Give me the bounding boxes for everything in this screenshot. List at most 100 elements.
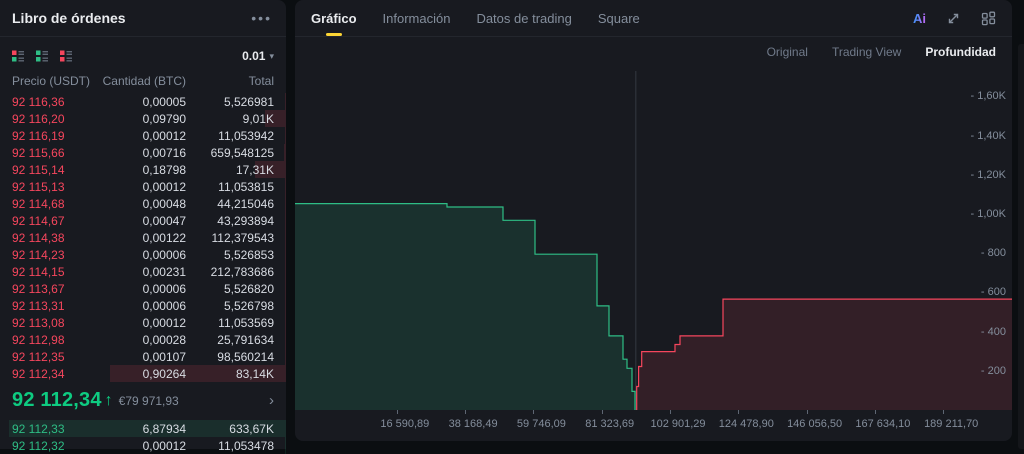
depth-chart[interactable]: - 200- 400- 600- 800- 1,00K- 1,20K- 1,40… bbox=[295, 68, 1012, 441]
price-cell: 92 116,36 bbox=[12, 95, 98, 109]
qty-cell: 0,00012 bbox=[98, 316, 186, 330]
last-price-ticker[interactable]: 92 112,34 ↑ €79 971,93 › bbox=[0, 384, 286, 417]
adjacent-panel-edge bbox=[1018, 44, 1024, 449]
book-view-both-icon[interactable] bbox=[12, 50, 24, 62]
mode-original[interactable]: Original bbox=[767, 45, 808, 59]
mode-trading-view[interactable]: Trading View bbox=[832, 45, 901, 59]
depth-bar bbox=[285, 212, 286, 229]
bid-row[interactable]: 92 112,320,0001211,053478 bbox=[0, 437, 286, 454]
col-qty: Cantidad (BTC) bbox=[98, 74, 186, 88]
order-book-title: Libro de órdenes bbox=[12, 10, 126, 26]
mode-profundidad[interactable]: Profundidad bbox=[925, 45, 996, 59]
ask-row[interactable]: 92 116,200,097909,01K bbox=[0, 110, 286, 127]
price-cell: 92 112,35 bbox=[12, 350, 98, 364]
more-options-icon[interactable]: ••• bbox=[251, 13, 272, 23]
x-axis-tick-mark bbox=[943, 410, 944, 414]
chevron-right-icon: › bbox=[269, 392, 274, 409]
total-cell: 44,215046 bbox=[186, 197, 274, 211]
y-axis-tick: - 600 bbox=[981, 286, 1006, 298]
ask-row[interactable]: 92 115,140,1879817,31K bbox=[0, 161, 286, 178]
ask-row[interactable]: 92 114,670,0004743,293894 bbox=[0, 212, 286, 229]
ask-row[interactable]: 92 114,680,0004844,215046 bbox=[0, 195, 286, 212]
tab-square[interactable]: Square bbox=[598, 0, 640, 36]
chart-view-modes: Original Trading View Profundidad bbox=[295, 37, 1012, 66]
price-cell: 92 114,68 bbox=[12, 197, 98, 211]
qty-cell: 0,00122 bbox=[98, 231, 186, 245]
x-axis-tick: 189 211,70 bbox=[924, 418, 978, 430]
depth-bar bbox=[285, 178, 286, 195]
book-view-asks-icon[interactable] bbox=[60, 50, 72, 62]
total-cell: 83,14K bbox=[186, 367, 274, 381]
ask-row[interactable]: 92 115,660,00716659,548125 bbox=[0, 144, 286, 161]
total-cell: 5,526798 bbox=[186, 299, 274, 313]
y-axis-tick: - 400 bbox=[981, 326, 1006, 338]
asks-list: 92 116,360,000055,52698192 116,200,09790… bbox=[0, 93, 286, 382]
qty-cell: 0,00028 bbox=[98, 333, 186, 347]
x-axis-tick: 38 168,49 bbox=[449, 418, 498, 430]
ask-row[interactable]: 92 113,670,000065,526820 bbox=[0, 280, 286, 297]
y-axis-tick: - 1,20K bbox=[971, 169, 1006, 181]
depth-bar bbox=[285, 246, 286, 263]
qty-cell: 0,00005 bbox=[98, 95, 186, 109]
qty-cell: 0,00012 bbox=[98, 129, 186, 143]
bid-row[interactable]: 92 112,336,87934633,67K bbox=[0, 420, 286, 437]
ask-row[interactable]: 92 112,350,0010798,560214 bbox=[0, 348, 286, 365]
qty-cell: 0,00012 bbox=[98, 439, 186, 453]
qty-cell: 0,00047 bbox=[98, 214, 186, 228]
ask-row[interactable]: 92 112,340,9026483,14K bbox=[0, 365, 286, 382]
total-cell: 5,526853 bbox=[186, 248, 274, 262]
depth-bar bbox=[285, 348, 286, 365]
ask-row[interactable]: 92 113,080,0001211,053569 bbox=[0, 314, 286, 331]
depth-bar bbox=[285, 127, 286, 144]
tab-datos-de-trading[interactable]: Datos de trading bbox=[476, 0, 571, 36]
total-cell: 9,01K bbox=[186, 112, 274, 126]
asks-depth-area bbox=[637, 299, 1012, 410]
last-price: 92 112,34 bbox=[12, 389, 102, 412]
ask-row[interactable]: 92 114,150,00231212,783686 bbox=[0, 263, 286, 280]
price-cell: 92 114,15 bbox=[12, 265, 98, 279]
x-axis-tick-mark bbox=[670, 410, 671, 414]
precision-value: 0.01 bbox=[242, 49, 265, 63]
depth-bar bbox=[285, 437, 286, 454]
apps-grid-icon[interactable] bbox=[981, 11, 996, 26]
book-view-bids-icon[interactable] bbox=[36, 50, 48, 62]
ai-assistant-button[interactable]: Ai bbox=[913, 11, 926, 26]
price-cell: 92 115,66 bbox=[12, 146, 98, 160]
total-cell: 11,053942 bbox=[186, 129, 274, 143]
total-cell: 11,053569 bbox=[186, 316, 274, 330]
price-cell: 92 112,32 bbox=[12, 439, 98, 453]
y-axis-tick: - 200 bbox=[981, 365, 1006, 377]
y-axis-tick: - 800 bbox=[981, 247, 1006, 259]
x-axis-tick-mark bbox=[602, 410, 603, 414]
total-cell: 11,053478 bbox=[186, 439, 274, 453]
ask-row[interactable]: 92 113,310,000065,526798 bbox=[0, 297, 286, 314]
qty-cell: 0,00107 bbox=[98, 350, 186, 364]
qty-cell: 0,00006 bbox=[98, 282, 186, 296]
x-axis-tick-mark bbox=[397, 410, 398, 414]
depth-chart-canvas bbox=[295, 68, 1012, 413]
total-cell: 98,560214 bbox=[186, 350, 274, 364]
ask-row[interactable]: 92 112,980,0002825,791634 bbox=[0, 331, 286, 348]
x-axis-tick-mark bbox=[533, 410, 534, 414]
ask-row[interactable]: 92 114,230,000065,526853 bbox=[0, 246, 286, 263]
ask-row[interactable]: 92 116,360,000055,526981 bbox=[0, 93, 286, 110]
order-book-header: Libro de órdenes ••• bbox=[0, 0, 286, 37]
tab-gr-fico[interactable]: Gráfico bbox=[311, 0, 357, 36]
ask-row[interactable]: 92 115,130,0001211,053815 bbox=[0, 178, 286, 195]
qty-cell: 0,00012 bbox=[98, 180, 186, 194]
depth-bar bbox=[285, 280, 286, 297]
y-axis-tick: - 1,40K bbox=[971, 130, 1006, 142]
y-axis-tick: - 1,60K bbox=[971, 90, 1006, 102]
price-cell: 92 113,67 bbox=[12, 282, 98, 296]
precision-dropdown[interactable]: 0.01 ▾ bbox=[242, 49, 274, 63]
x-axis-tick: 167 634,10 bbox=[855, 418, 910, 430]
bids-depth-area bbox=[295, 204, 635, 410]
qty-cell: 0,00716 bbox=[98, 146, 186, 160]
ask-row[interactable]: 92 116,190,0001211,053942 bbox=[0, 127, 286, 144]
depth-bar bbox=[285, 331, 286, 348]
qty-cell: 0,09790 bbox=[98, 112, 186, 126]
tab-informaci-n[interactable]: Información bbox=[383, 0, 451, 36]
depth-bar bbox=[285, 229, 286, 246]
ask-row[interactable]: 92 114,380,00122112,379543 bbox=[0, 229, 286, 246]
expand-icon[interactable] bbox=[946, 11, 961, 26]
